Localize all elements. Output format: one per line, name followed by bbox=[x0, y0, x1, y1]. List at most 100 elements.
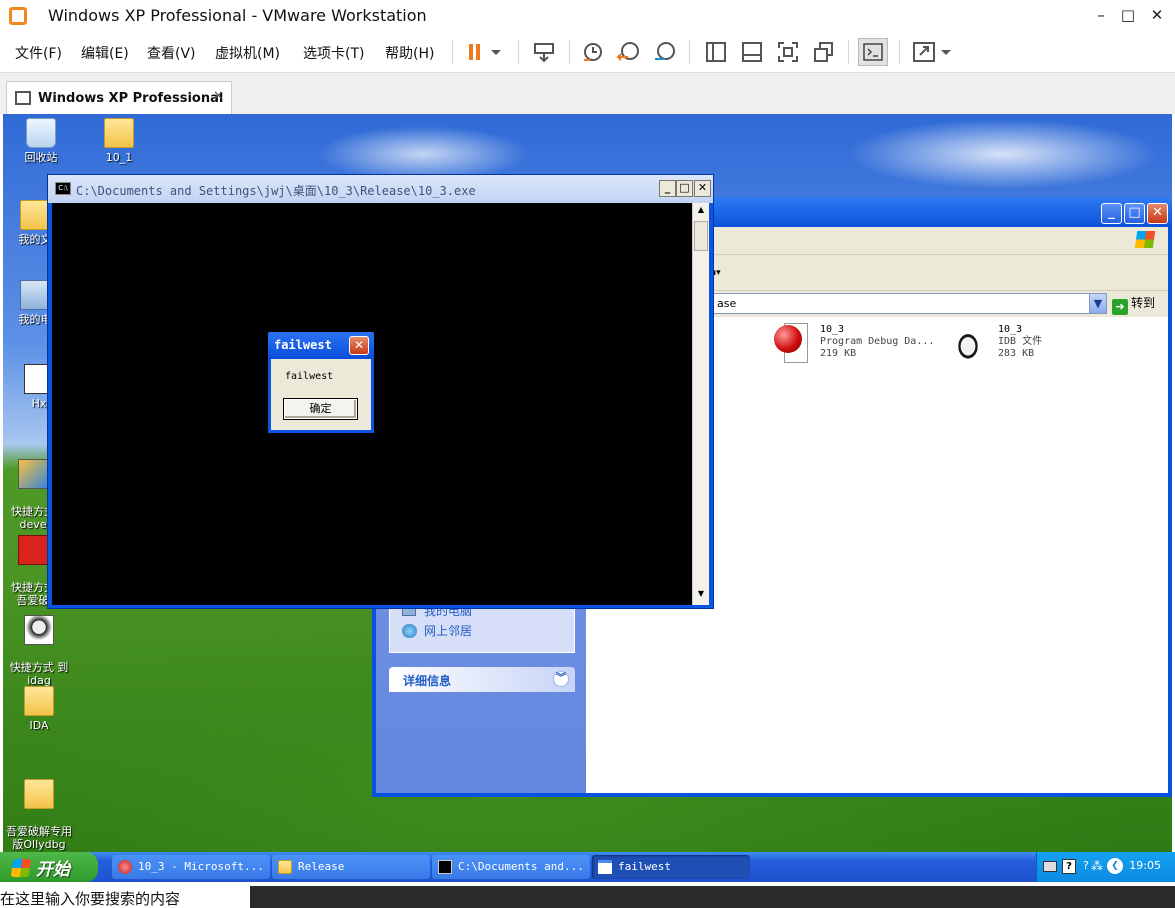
host-titlebar: Windows XP Professional - VMware Worksta… bbox=[0, 0, 1175, 32]
clock: 19:05 bbox=[1129, 859, 1161, 872]
message-box-titlebar[interactable]: failwest ✕ bbox=[268, 332, 374, 359]
task-label: 10_3 - Microsoft... bbox=[138, 860, 264, 873]
task-button-console[interactable]: C:\Documents and... bbox=[432, 855, 590, 879]
other-places-panel: 我的电脑 网上邻居 bbox=[389, 603, 575, 653]
close-icon[interactable]: ✕ bbox=[213, 89, 224, 104]
console-view-icon[interactable] bbox=[858, 38, 888, 66]
fullscreen-icon[interactable] bbox=[775, 40, 801, 64]
desktop-icon-recycle-bin[interactable]: 回收站 bbox=[3, 118, 79, 164]
sidebar-view-icon[interactable] bbox=[703, 40, 729, 64]
folder-icon bbox=[278, 860, 292, 874]
folder-icon bbox=[104, 118, 134, 148]
thumbnail-view-icon[interactable] bbox=[739, 40, 765, 64]
snapshot-icon[interactable] bbox=[580, 40, 606, 64]
pdb-file-icon bbox=[774, 321, 810, 365]
menu-vm[interactable]: 虚拟机(M) bbox=[215, 43, 280, 63]
menu-tabs[interactable]: 选项卡(T) bbox=[303, 43, 364, 63]
ok-button[interactable]: 确定 bbox=[283, 398, 358, 420]
desktop-icon-ida[interactable]: IDA bbox=[3, 686, 77, 732]
file-name: 10_3 bbox=[820, 324, 845, 335]
link-label: 网上邻居 bbox=[424, 624, 473, 638]
menu-view[interactable]: 查看(V) bbox=[147, 43, 196, 63]
taskbar: 开始 10_3 - Microsoft... Release C:\Docume… bbox=[0, 852, 1175, 882]
console-window: C:\ C:\Documents and Settings\jwj\桌面\10_… bbox=[47, 174, 714, 609]
maximize-button[interactable]: □ bbox=[1124, 203, 1145, 224]
ida-file-icon bbox=[946, 321, 990, 367]
host-taskbar bbox=[250, 886, 1175, 908]
close-button[interactable]: ✕ bbox=[349, 336, 369, 355]
address-dropdown-icon[interactable]: ▼ bbox=[1089, 293, 1107, 314]
details-label: 详细信息 bbox=[403, 674, 452, 688]
minimize-button[interactable]: _ bbox=[659, 180, 676, 197]
go-button[interactable]: ➜ 转到 bbox=[1112, 293, 1168, 315]
task-button-failwest[interactable]: failwest bbox=[592, 855, 750, 879]
chevron-down-icon[interactable] bbox=[939, 40, 953, 64]
system-tray: ? ? ⁂ ❮ 19:05 bbox=[1036, 852, 1175, 882]
maximize-button[interactable]: □ bbox=[676, 180, 693, 197]
go-label: 转到 bbox=[1131, 296, 1156, 310]
help-icon[interactable]: ? bbox=[1062, 859, 1076, 874]
file-item-pdb[interactable]: 10_3 Program Debug Da... 219 KB bbox=[768, 321, 938, 371]
volume-icon[interactable]: ⁂ bbox=[1091, 859, 1103, 873]
send-keys-icon[interactable] bbox=[531, 40, 557, 64]
message-text: failwest bbox=[285, 371, 334, 382]
console-title: C:\Documents and Settings\jwj\桌面\10_3\Re… bbox=[76, 184, 476, 198]
desktop-icon-10_1[interactable]: 10_1 bbox=[81, 118, 157, 164]
file-size: 219 KB bbox=[820, 348, 857, 359]
scroll-down-icon[interactable]: ▼ bbox=[693, 589, 709, 603]
keyboard-icon[interactable] bbox=[1043, 861, 1057, 872]
scroll-up-icon[interactable]: ▲ bbox=[693, 205, 709, 219]
close-button[interactable]: ✕ bbox=[1147, 203, 1168, 224]
console-icon: C:\ bbox=[55, 182, 71, 195]
host-window-title: Windows XP Professional - VMware Worksta… bbox=[48, 6, 427, 25]
collapse-tray-icon[interactable]: ❮ bbox=[1107, 858, 1123, 874]
toolbar-separator bbox=[899, 40, 900, 64]
file-type: Program Debug Da... bbox=[820, 336, 935, 347]
menu-file[interactable]: 文件(F) bbox=[15, 43, 62, 63]
start-button[interactable]: 开始 bbox=[0, 852, 98, 882]
network-icon bbox=[402, 624, 417, 638]
unity-icon[interactable] bbox=[811, 40, 837, 64]
vm-tabstrip: Windows XP Professional ✕ bbox=[0, 72, 1175, 115]
tab-label: Windows XP Professional bbox=[38, 91, 224, 106]
file-type: IDB 文件 bbox=[998, 336, 1043, 347]
scroll-thumb[interactable] bbox=[694, 221, 708, 251]
toolbar-separator bbox=[518, 40, 519, 64]
snapshot-manager-icon[interactable] bbox=[652, 40, 678, 64]
my-computer-icon bbox=[20, 280, 50, 310]
chevron-down-icon[interactable]: ︾ bbox=[553, 671, 569, 687]
vm-icon bbox=[15, 91, 31, 105]
minimize-button[interactable]: _ bbox=[1101, 203, 1122, 224]
message-box: failwest ✕ failwest 确定 bbox=[268, 332, 374, 433]
details-panel-header[interactable]: 详细信息 ︾ bbox=[389, 667, 575, 692]
language-icon[interactable]: ? bbox=[1083, 859, 1089, 872]
desktop-icon-shortcut-idag[interactable]: 快捷方式 到 idag bbox=[3, 602, 77, 687]
recycle-bin-icon bbox=[26, 118, 56, 148]
menu-edit[interactable]: 编辑(E) bbox=[81, 43, 129, 63]
file-item-idb[interactable]: 10_3 IDB 文件 283 KB bbox=[946, 321, 1116, 371]
go-arrow-icon: ➜ bbox=[1112, 299, 1128, 315]
revert-snapshot-icon[interactable] bbox=[616, 40, 642, 64]
desktop-icon-label: 吾爱破解专用 版Ollydbg bbox=[6, 825, 72, 851]
task-label: C:\Documents and... bbox=[458, 860, 584, 873]
stretch-icon[interactable] bbox=[911, 40, 937, 64]
desktop-icon-label: 回收站 bbox=[24, 151, 58, 164]
task-button-word[interactable]: 10_3 - Microsoft... bbox=[112, 855, 270, 879]
host-menubar: 文件(F) 编辑(E) 查看(V) 虚拟机(M) 选项卡(T) 帮助(H) bbox=[0, 32, 1175, 72]
desktop-icon-label: Hx bbox=[31, 397, 47, 410]
menu-help[interactable]: 帮助(H) bbox=[385, 43, 434, 63]
close-button[interactable]: ✕ bbox=[694, 180, 711, 197]
windows-flag-icon bbox=[1134, 231, 1156, 248]
host-search-text[interactable]: 在这里输入你要搜索的内容 bbox=[0, 888, 180, 908]
task-label: failwest bbox=[618, 860, 671, 873]
close-button[interactable]: ✕ bbox=[1139, 0, 1175, 30]
task-button-release[interactable]: Release bbox=[272, 855, 430, 879]
tab-windows-xp[interactable]: Windows XP Professional ✕ bbox=[6, 81, 232, 115]
desktop-icon-ollydbg[interactable]: 吾爱破解专用 版Ollydbg bbox=[3, 766, 77, 851]
console-scrollbar[interactable]: ▲ ▼ bbox=[692, 203, 709, 605]
toolbar-separator bbox=[848, 40, 849, 64]
chevron-down-icon[interactable] bbox=[489, 40, 503, 64]
desktop-icon-label: 10_1 bbox=[105, 151, 133, 164]
console-titlebar[interactable]: C:\ C:\Documents and Settings\jwj\桌面\10_… bbox=[48, 175, 713, 203]
pause-icon[interactable] bbox=[463, 40, 489, 64]
